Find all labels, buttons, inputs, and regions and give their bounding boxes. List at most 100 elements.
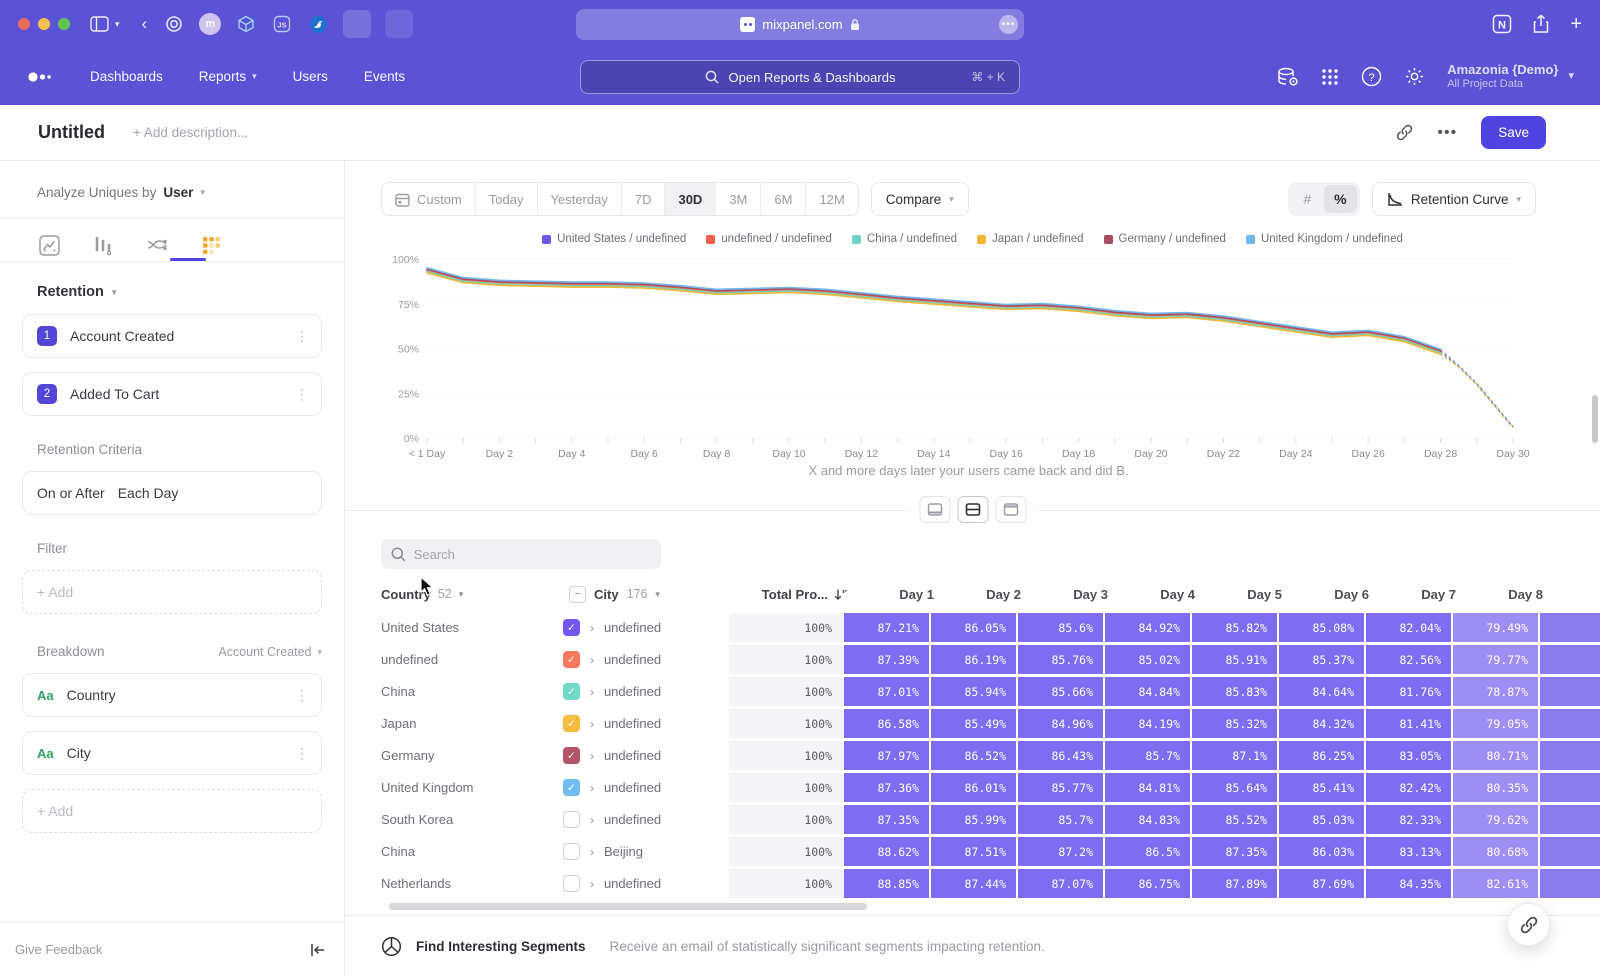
retention-step-card[interactable]: 2Added To Cart⋮ (22, 372, 322, 416)
city-column-header[interactable]: − City 176 ▾ (569, 586, 741, 603)
apps-grid-icon[interactable] (1321, 68, 1339, 86)
expand-chevron-icon[interactable]: › (590, 877, 594, 891)
help-icon[interactable]: ? (1361, 66, 1382, 87)
expand-chevron-icon[interactable]: › (590, 653, 594, 667)
row-checkbox[interactable]: ✓ (563, 619, 580, 636)
back-icon[interactable]: ‹ (142, 14, 148, 34)
horizontal-scrollbar[interactable] (389, 903, 867, 910)
range-custom[interactable]: Custom (382, 183, 475, 215)
kebab-menu-icon[interactable]: ⋮ (295, 745, 309, 762)
minimize-window-button[interactable] (38, 18, 50, 30)
tab-target-icon[interactable] (163, 13, 185, 35)
range-today[interactable]: Today (475, 183, 537, 215)
segments-title[interactable]: Find Interesting Segments (416, 939, 586, 954)
chevron-down-icon[interactable]: ▾ (115, 19, 120, 30)
range-12m[interactable]: 12M (805, 183, 857, 215)
country-column-header[interactable]: Country 52 ▾ (381, 587, 569, 602)
report-description-placeholder[interactable]: + Add description... (133, 125, 248, 140)
day-column-header[interactable]: Day 8 (1468, 587, 1553, 602)
criteria-condition[interactable]: On or After (37, 485, 105, 501)
expand-chevron-icon[interactable]: › (590, 621, 594, 635)
notion-extension-icon[interactable]: N (1492, 14, 1512, 34)
analyze-value-selector[interactable]: User (163, 185, 193, 200)
table-search[interactable] (381, 539, 661, 569)
vertical-scrollbar[interactable] (1592, 395, 1598, 443)
expand-chevron-icon[interactable]: › (590, 781, 594, 795)
report-title[interactable]: Untitled (38, 122, 105, 143)
day-column-header[interactable]: Day 5 (1207, 587, 1292, 602)
tab-soundcloud-icon[interactable] (385, 10, 413, 38)
nav-item-dashboards[interactable]: Dashboards (90, 69, 163, 84)
zoom-window-button[interactable] (58, 18, 70, 30)
data-management-icon[interactable] (1277, 67, 1299, 87)
select-all-checkbox[interactable]: − (569, 586, 586, 603)
row-checkbox[interactable]: ✓ (563, 715, 580, 732)
expand-chevron-icon[interactable]: › (590, 685, 594, 699)
retention-step-card[interactable]: 1Account Created⋮ (22, 314, 322, 358)
compare-button[interactable]: Compare▾ (871, 182, 969, 216)
kebab-menu-icon[interactable]: ⋮ (295, 386, 309, 403)
expand-chevron-icon[interactable]: › (590, 813, 594, 827)
analyze-uniques-row[interactable]: Analyze Uniques by User ▾ (37, 185, 322, 200)
tab-cube-icon[interactable] (235, 13, 257, 35)
table-search-input[interactable] (414, 547, 651, 562)
range-7d[interactable]: 7D (621, 183, 665, 215)
collapse-sidebar-icon[interactable] (310, 943, 326, 957)
expand-chevron-icon[interactable]: › (590, 717, 594, 731)
absolute-numbers-toggle[interactable]: # (1291, 185, 1324, 213)
row-checkbox[interactable] (563, 811, 580, 828)
day-column-header[interactable]: Day 6 (1294, 587, 1379, 602)
total-column-header[interactable]: Total Pro... (741, 587, 859, 602)
tab-bird-icon[interactable] (307, 13, 329, 35)
range-30d[interactable]: 30D (664, 183, 715, 215)
more-actions-icon[interactable]: ••• (1437, 124, 1457, 142)
breakdown-event-selector[interactable]: Account Created▾ (218, 645, 322, 659)
expand-chevron-icon[interactable]: › (590, 749, 594, 763)
table-only-view-button[interactable] (995, 496, 1026, 523)
row-checkbox[interactable]: ✓ (563, 747, 580, 764)
split-view-button[interactable] (957, 496, 988, 523)
range-6m[interactable]: 6M (760, 183, 805, 215)
window-controls[interactable] (18, 18, 70, 30)
close-window-button[interactable] (18, 18, 30, 30)
day-column-header[interactable]: Day 4 (1120, 587, 1205, 602)
breakdown-card[interactable]: AaCountry⋮ (22, 673, 322, 717)
tab-retention-active[interactable] (196, 230, 226, 260)
tab-mixpanel-icon[interactable] (343, 10, 371, 38)
project-switcher[interactable]: Amazonia {Demo} All Project Data ▾ (1447, 62, 1574, 92)
row-checkbox[interactable]: ✓ (563, 779, 580, 796)
add-breakdown-button[interactable]: + Add (22, 789, 322, 833)
nav-item-users[interactable]: Users (293, 69, 328, 84)
save-button[interactable]: Save (1481, 116, 1546, 149)
tab-insights[interactable] (34, 230, 64, 260)
nav-item-reports[interactable]: Reports▾ (199, 69, 257, 84)
add-filter-button[interactable]: + Add (22, 570, 322, 614)
new-tab-icon[interactable]: + (1570, 14, 1582, 34)
breakdown-card[interactable]: AaCity⋮ (22, 731, 322, 775)
row-checkbox[interactable] (563, 875, 580, 892)
page-settings-icon[interactable]: ••• (999, 15, 1018, 34)
global-search-button[interactable]: Open Reports & Dashboards ⌘ + K (580, 60, 1020, 94)
tab-funnels[interactable] (88, 230, 118, 260)
browser-sidebar-icon[interactable] (90, 16, 109, 32)
chart-only-view-button[interactable] (919, 496, 950, 523)
day-column-header[interactable]: Day 2 (946, 587, 1031, 602)
criteria-interval[interactable]: Each Day (118, 485, 179, 501)
row-checkbox[interactable] (563, 843, 580, 860)
share-icon[interactable] (1532, 14, 1550, 34)
tab-avatar-icon[interactable]: m (199, 13, 221, 35)
kebab-menu-icon[interactable]: ⋮ (295, 687, 309, 704)
range-yesterday[interactable]: Yesterday (537, 183, 621, 215)
tab-flows[interactable] (142, 230, 172, 260)
copy-link-icon[interactable] (1396, 124, 1413, 141)
range-3m[interactable]: 3M (715, 183, 760, 215)
mixpanel-logo[interactable] (26, 70, 52, 84)
give-feedback-link[interactable]: Give Feedback (15, 942, 102, 957)
day-column-header[interactable]: Day 3 (1033, 587, 1118, 602)
row-checkbox[interactable]: ✓ (563, 651, 580, 668)
address-bar[interactable]: mixpanel.com ••• (576, 9, 1024, 40)
settings-gear-icon[interactable] (1404, 66, 1425, 87)
row-checkbox[interactable]: ✓ (563, 683, 580, 700)
retention-section-title[interactable]: Retention▾ (37, 284, 322, 300)
tab-js-icon[interactable]: JS (271, 13, 293, 35)
